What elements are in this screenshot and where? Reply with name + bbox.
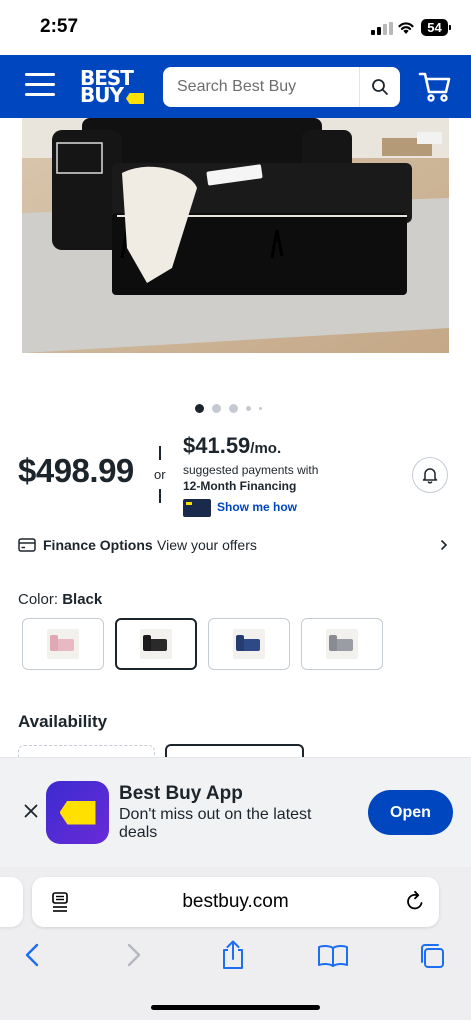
- status-bar: 2:57 54: [0, 0, 471, 55]
- availability-heading: Availability: [18, 712, 108, 731]
- bell-icon: [422, 468, 438, 484]
- divider: [159, 446, 161, 460]
- back-icon[interactable]: [24, 942, 40, 968]
- product-price: $498.99: [18, 452, 134, 489]
- reload-icon[interactable]: [405, 890, 425, 912]
- carousel-dot[interactable]: [229, 404, 238, 413]
- or-label: or: [154, 467, 166, 482]
- open-app-button[interactable]: Open: [368, 790, 453, 835]
- product-image[interactable]: [22, 118, 449, 353]
- credit-card-icon: [183, 499, 211, 517]
- monthly-price: $41.59/mo.: [183, 433, 282, 458]
- battery-icon: 54: [421, 19, 451, 36]
- carousel-dot[interactable]: [246, 406, 251, 411]
- best-buy-logo[interactable]: BEST BUY: [80, 67, 146, 107]
- cart-icon[interactable]: [418, 70, 452, 102]
- search-button[interactable]: [359, 67, 400, 107]
- credit-card-outline-icon: [18, 538, 36, 552]
- financing-term: 12-Month Financing: [183, 479, 297, 493]
- site-header: BEST BUY: [0, 55, 471, 118]
- browser-toolbar: bestbuy.com: [0, 867, 471, 1020]
- color-swatch-black[interactable]: [115, 618, 197, 670]
- color-swatch-blue[interactable]: [208, 618, 290, 670]
- share-icon[interactable]: [220, 939, 246, 971]
- price-alert-button[interactable]: [412, 457, 448, 493]
- app-banner-subtitle: Don't miss out on the latest deals: [119, 806, 312, 841]
- url-text: bestbuy.com: [182, 891, 289, 912]
- best-buy-app-icon: [46, 781, 109, 844]
- color-swatch-gray[interactable]: [301, 618, 383, 670]
- carousel-dot[interactable]: [212, 404, 221, 413]
- tabs-icon[interactable]: [418, 942, 446, 970]
- address-bar[interactable]: bestbuy.com: [32, 877, 439, 927]
- carousel-dot[interactable]: [195, 404, 204, 413]
- forward-icon[interactable]: [126, 942, 142, 968]
- logo-tag-icon: [126, 93, 144, 104]
- swatch-thumbnail: [233, 629, 265, 659]
- show-me-how-link[interactable]: Show me how: [217, 500, 297, 514]
- home-indicator: [151, 1005, 320, 1010]
- previous-tab-preview[interactable]: [0, 877, 23, 927]
- suggested-payments-text: suggested payments with: [183, 463, 319, 477]
- finance-options-subtitle: View your offers: [157, 537, 257, 553]
- swatch-thumbnail: [140, 629, 172, 659]
- chevron-right-icon: [440, 539, 448, 551]
- selected-color: Black: [62, 591, 103, 608]
- app-banner-title: Best Buy App: [119, 783, 243, 804]
- finance-options-title: Finance Options: [43, 537, 153, 553]
- swatch-thumbnail: [47, 629, 79, 659]
- search-input[interactable]: [163, 67, 359, 107]
- finance-options-row[interactable]: Finance Options View your offers: [18, 535, 452, 557]
- wifi-icon: [398, 22, 414, 34]
- swatch-thumbnail: [326, 629, 358, 659]
- menu-icon[interactable]: [25, 73, 55, 97]
- divider: [159, 489, 161, 503]
- color-swatch-pink[interactable]: [22, 618, 104, 670]
- app-banner: Best Buy App Don't miss out on the lates…: [0, 757, 471, 867]
- cellular-signal-icon: [371, 22, 393, 35]
- carousel-dot[interactable]: [259, 407, 262, 410]
- search-bar: [163, 67, 400, 107]
- bookmarks-icon[interactable]: [317, 944, 349, 968]
- carousel-indicator: [195, 404, 262, 413]
- color-label: Color: Black: [18, 591, 103, 608]
- search-icon: [372, 79, 388, 95]
- shipping-option[interactable]: [165, 744, 304, 758]
- status-time: 2:57: [40, 16, 79, 37]
- close-icon[interactable]: [24, 804, 38, 818]
